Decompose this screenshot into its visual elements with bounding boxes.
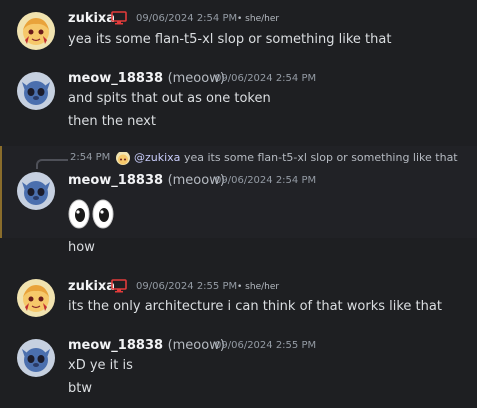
timestamp: 09/06/2024 2:54 PM (136, 13, 238, 24)
message-text: how (68, 240, 95, 255)
message-text: btw (68, 381, 92, 396)
monitor-icon (111, 11, 127, 25)
chat-log: zukixa 09/06/2024 2:54 PM • she/her yea … (0, 0, 477, 408)
message-text: xD ye it is (68, 358, 133, 373)
avatar-zukixa[interactable] (17, 12, 55, 50)
timestamp: 09/06/2024 2:54 PM (215, 73, 317, 84)
avatar-meow[interactable] (17, 72, 55, 110)
username-text[interactable]: meow_18838 (68, 338, 163, 353)
avatar-meow[interactable] (17, 172, 55, 210)
avatar-meow[interactable] (17, 339, 55, 377)
reply-mention[interactable]: @zukixa (134, 151, 180, 164)
reply-preview[interactable]: @zukixa yea its some flan-t5-xl slop or … (134, 151, 458, 164)
timestamp: 09/06/2024 2:55 PM (136, 281, 238, 292)
reply-preview-text: yea its some flan-t5-xl slop or somethin… (183, 151, 458, 164)
eyes-emoji (68, 199, 114, 229)
username-text[interactable]: meow_18838 (68, 71, 163, 86)
message-text: then the next (68, 114, 156, 129)
avatar-zukixa[interactable] (17, 279, 55, 317)
pronouns: • she/her (237, 282, 280, 292)
username-meow[interactable]: meow_18838 (meoow) (68, 338, 225, 353)
username-meow[interactable]: meow_18838 (meoow) (68, 71, 225, 86)
message-text: and spits that out as one token (68, 91, 271, 106)
reply-avatar[interactable] (116, 151, 130, 165)
monitor-icon (111, 279, 127, 293)
username-text[interactable]: meow_18838 (68, 173, 163, 188)
message-text: yea its some flan-t5-xl slop or somethin… (68, 32, 392, 47)
username-zukixa[interactable]: zukixa (68, 279, 115, 294)
reply-connector (36, 159, 68, 169)
pronouns: • she/her (237, 14, 280, 24)
username-zukixa[interactable]: zukixa (68, 11, 115, 26)
message-text: its the only architecture i can think of… (68, 299, 442, 314)
reply-timestamp: 2:54 PM (70, 152, 111, 163)
timestamp: 09/06/2024 2:54 PM (215, 175, 317, 186)
timestamp: 09/06/2024 2:55 PM (215, 340, 317, 351)
username-meow[interactable]: meow_18838 (meoow) (68, 173, 225, 188)
